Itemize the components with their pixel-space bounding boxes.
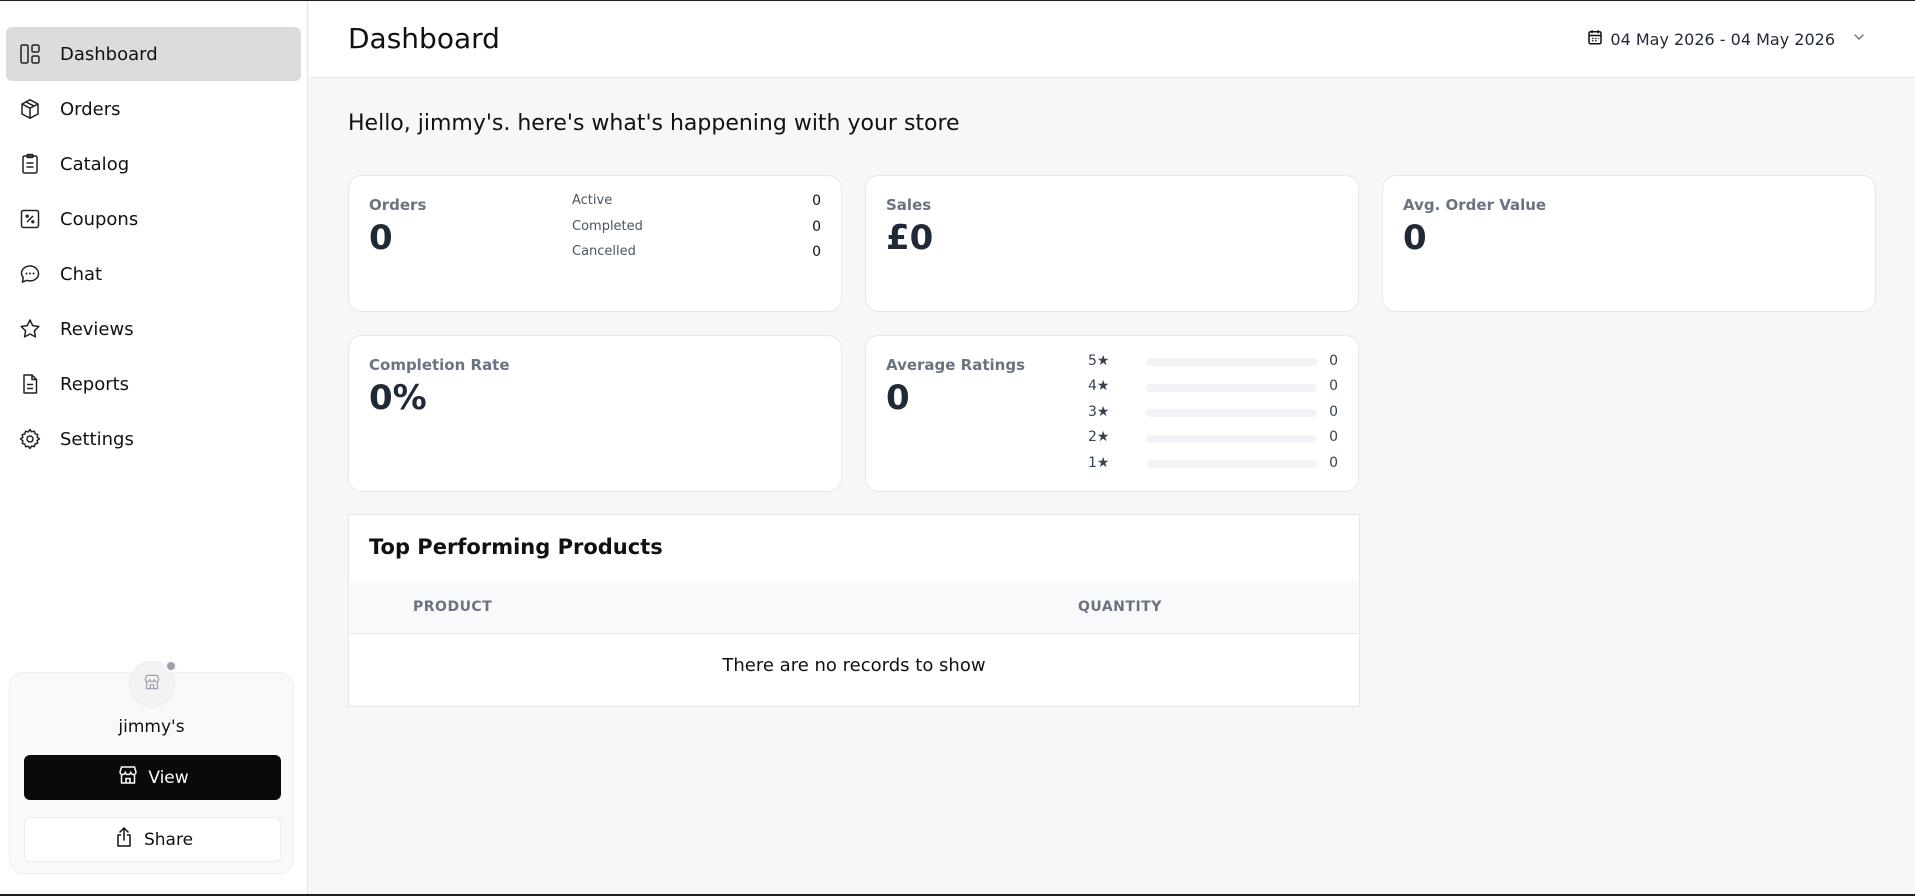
- rating-bar-4: [1146, 384, 1317, 392]
- store-icon: [142, 672, 162, 696]
- sales-card: Sales £0: [865, 175, 1359, 312]
- rating-bar-5: [1146, 358, 1317, 366]
- storefront-icon: [116, 763, 140, 792]
- view-store-button[interactable]: View: [24, 755, 281, 800]
- greeting-text: Hello, jimmy's. here's what's happening …: [348, 111, 960, 136]
- chevron-down-icon: [1851, 29, 1867, 49]
- rating-count: 0: [1329, 455, 1338, 471]
- sidebar-item-label: Settings: [60, 428, 134, 450]
- orders-cancelled-value: 0: [812, 244, 821, 260]
- rating-bar-2: [1146, 435, 1317, 443]
- average-ratings-card: Average Ratings 0 5★ 0 4★ 0 3★ 0 2★ 0 1★…: [865, 335, 1359, 492]
- share-store-label: Share: [143, 829, 194, 850]
- avg-order-value-card: Avg. Order Value 0: [1382, 175, 1876, 312]
- completion-rate-card: Completion Rate 0%: [348, 335, 842, 492]
- rating-stars-label: 5★: [1088, 353, 1110, 369]
- orders-cancelled-label: Cancelled: [572, 244, 636, 259]
- date-range-picker[interactable]: 04 May 2026 - 04 May 2026: [1586, 28, 1867, 50]
- average-ratings-label: Average Ratings: [886, 356, 1026, 374]
- table-header: PRODUCT QUANTITY: [349, 581, 1359, 634]
- gear-icon: [18, 427, 42, 451]
- rating-count: 0: [1329, 429, 1338, 445]
- sidebar-item-label: Chat: [60, 263, 103, 285]
- sidebar-item-label: Catalog: [60, 153, 130, 175]
- rating-stars-label: 3★: [1088, 404, 1110, 420]
- column-header-quantity[interactable]: QUANTITY: [1078, 599, 1162, 615]
- sidebar-item-reviews[interactable]: Reviews: [6, 302, 301, 356]
- star-icon: [18, 317, 42, 341]
- orders-card: Orders 0 Active 0 Completed 0 Cancelled …: [348, 175, 842, 312]
- sidebar-item-label: Reports: [60, 373, 130, 395]
- orders-completed-label: Completed: [572, 219, 643, 234]
- page-title: Dashboard: [348, 22, 500, 55]
- top-products-title: Top Performing Products: [369, 535, 663, 559]
- share-store-button[interactable]: Share: [24, 817, 281, 862]
- chat-icon: [18, 262, 42, 286]
- sidebar-item-label: Dashboard: [60, 43, 158, 65]
- sidebar: Dashboard Orders Catalog Coupons Chat Re…: [0, 2, 308, 894]
- rating-count: 0: [1329, 404, 1338, 420]
- sidebar-item-settings[interactable]: Settings: [6, 412, 301, 466]
- orders-value: 0: [369, 218, 393, 258]
- sidebar-nav: Dashboard Orders Catalog Coupons Chat Re…: [0, 2, 307, 466]
- average-ratings-value: 0: [886, 378, 910, 418]
- store-card: jimmy's View Share: [9, 660, 294, 874]
- date-range-text: 04 May 2026 - 04 May 2026: [1610, 29, 1835, 49]
- orders-completed-value: 0: [812, 219, 821, 235]
- store-name: jimmy's: [118, 717, 185, 737]
- sidebar-item-reports[interactable]: Reports: [6, 357, 301, 411]
- box-icon: [18, 97, 42, 121]
- rating-bar-1: [1146, 460, 1317, 468]
- sidebar-item-orders[interactable]: Orders: [6, 82, 301, 136]
- sidebar-item-chat[interactable]: Chat: [6, 247, 301, 301]
- completion-rate-value: 0%: [369, 378, 427, 418]
- sidebar-item-dashboard[interactable]: Dashboard: [6, 27, 301, 81]
- rating-count: 0: [1329, 378, 1338, 394]
- rating-stars-label: 4★: [1088, 378, 1110, 394]
- status-dot: [165, 660, 177, 672]
- share-icon: [112, 825, 136, 854]
- column-header-product[interactable]: PRODUCT: [413, 599, 492, 615]
- avg-order-value-label: Avg. Order Value: [1403, 196, 1547, 214]
- calendar-icon: [1586, 28, 1604, 50]
- rating-count: 0: [1329, 353, 1338, 369]
- avg-order-value-value: 0: [1403, 218, 1427, 258]
- topbar: Dashboard 04 May 2026 - 04 May 2026: [309, 2, 1915, 78]
- rating-bar-3: [1146, 409, 1317, 417]
- sales-label: Sales: [886, 196, 932, 214]
- sales-value: £0: [886, 218, 934, 258]
- orders-active-value: 0: [812, 193, 821, 209]
- percent-icon: [18, 207, 42, 231]
- sidebar-item-catalog[interactable]: Catalog: [6, 137, 301, 191]
- document-icon: [18, 372, 42, 396]
- orders-label: Orders: [369, 196, 427, 214]
- sidebar-item-coupons[interactable]: Coupons: [6, 192, 301, 246]
- top-products-table: Top Performing Products PRODUCT QUANTITY…: [348, 514, 1360, 707]
- dashboard-icon: [18, 42, 42, 66]
- orders-active-label: Active: [572, 193, 613, 208]
- view-store-label: View: [148, 767, 189, 788]
- rating-stars-label: 2★: [1088, 429, 1110, 445]
- empty-state-message: There are no records to show: [722, 655, 986, 676]
- sidebar-item-label: Orders: [60, 98, 121, 120]
- rating-stars-label: 1★: [1088, 455, 1110, 471]
- clipboard-icon: [18, 152, 42, 176]
- completion-rate-label: Completion Rate: [369, 356, 510, 374]
- sidebar-item-label: Coupons: [60, 208, 139, 230]
- sidebar-item-label: Reviews: [60, 318, 134, 340]
